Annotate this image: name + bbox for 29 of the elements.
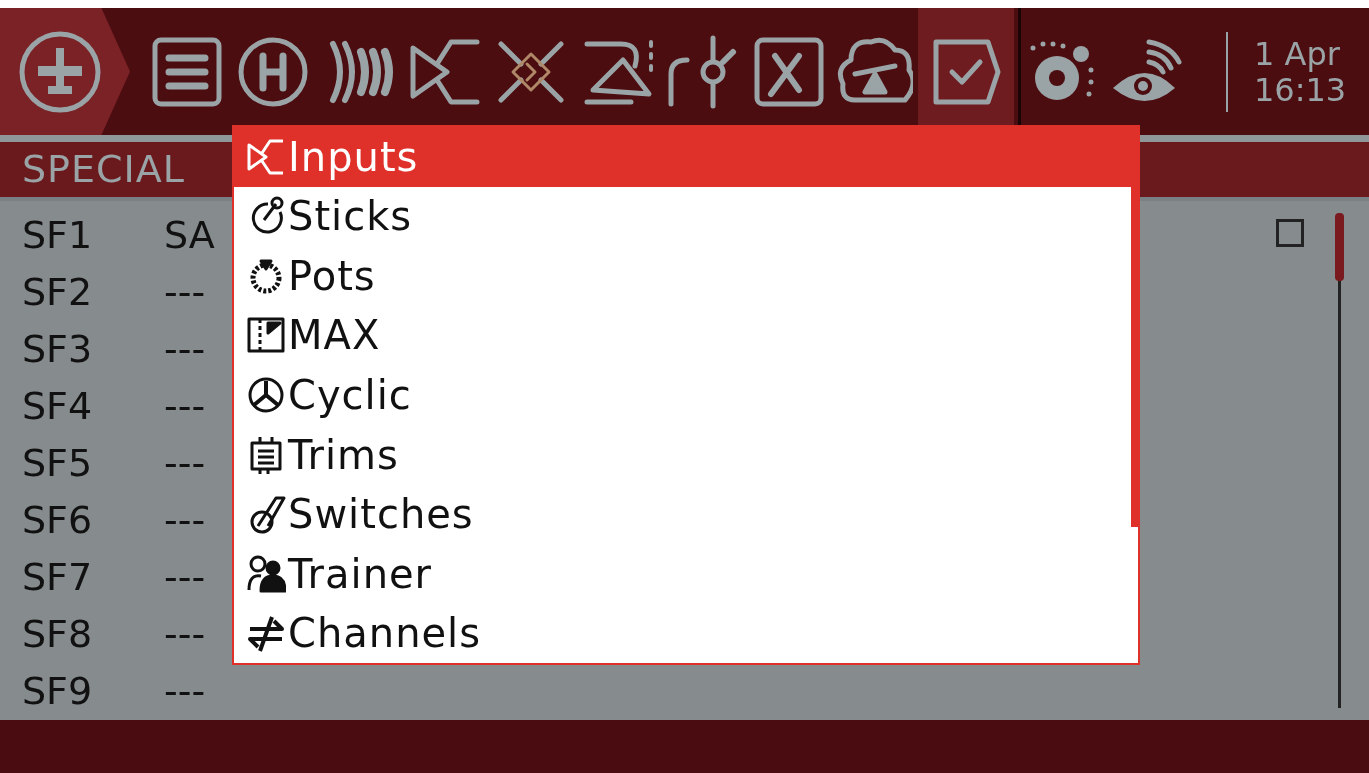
- menu-item[interactable]: Channels: [234, 603, 1131, 664]
- menu-item[interactable]: MAX: [234, 305, 1131, 366]
- model-button[interactable]: [0, 8, 130, 135]
- switch-value[interactable]: ---: [164, 669, 284, 714]
- menu-item[interactable]: Switches: [234, 484, 1131, 544]
- menu-item[interactable]: Cyclic: [234, 365, 1131, 425]
- menu-item[interactable]: Inputs: [234, 127, 1131, 187]
- date-text: 1 Apr: [1254, 35, 1341, 72]
- function-name[interactable]: SF4: [22, 384, 164, 429]
- function-name[interactable]: SF5: [22, 441, 164, 486]
- page-title: SPECIAL: [22, 147, 185, 192]
- plane-icon: [18, 29, 102, 114]
- function-name[interactable]: SF9: [22, 669, 164, 714]
- arrows-icon: [246, 613, 286, 654]
- function-name[interactable]: SF6: [22, 498, 164, 543]
- menu-item[interactable]: Pots: [234, 246, 1131, 306]
- function-name[interactable]: SF2: [22, 270, 164, 315]
- checkbox[interactable]: [1276, 218, 1304, 247]
- menu-item[interactable]: Trainer: [234, 543, 1131, 604]
- time-text: 16:13: [1254, 71, 1347, 108]
- scrollbar-thumb: [1335, 212, 1344, 281]
- menu-item[interactable]: Sticks: [234, 186, 1131, 247]
- max-icon: [246, 315, 286, 356]
- function-name[interactable]: SF7: [22, 555, 164, 600]
- people-icon: [246, 553, 286, 594]
- function-name[interactable]: SF1: [22, 213, 164, 258]
- function-name[interactable]: SF8: [22, 612, 164, 657]
- menu-item[interactable]: Trims: [234, 424, 1131, 485]
- function-name[interactable]: SF3: [22, 327, 164, 372]
